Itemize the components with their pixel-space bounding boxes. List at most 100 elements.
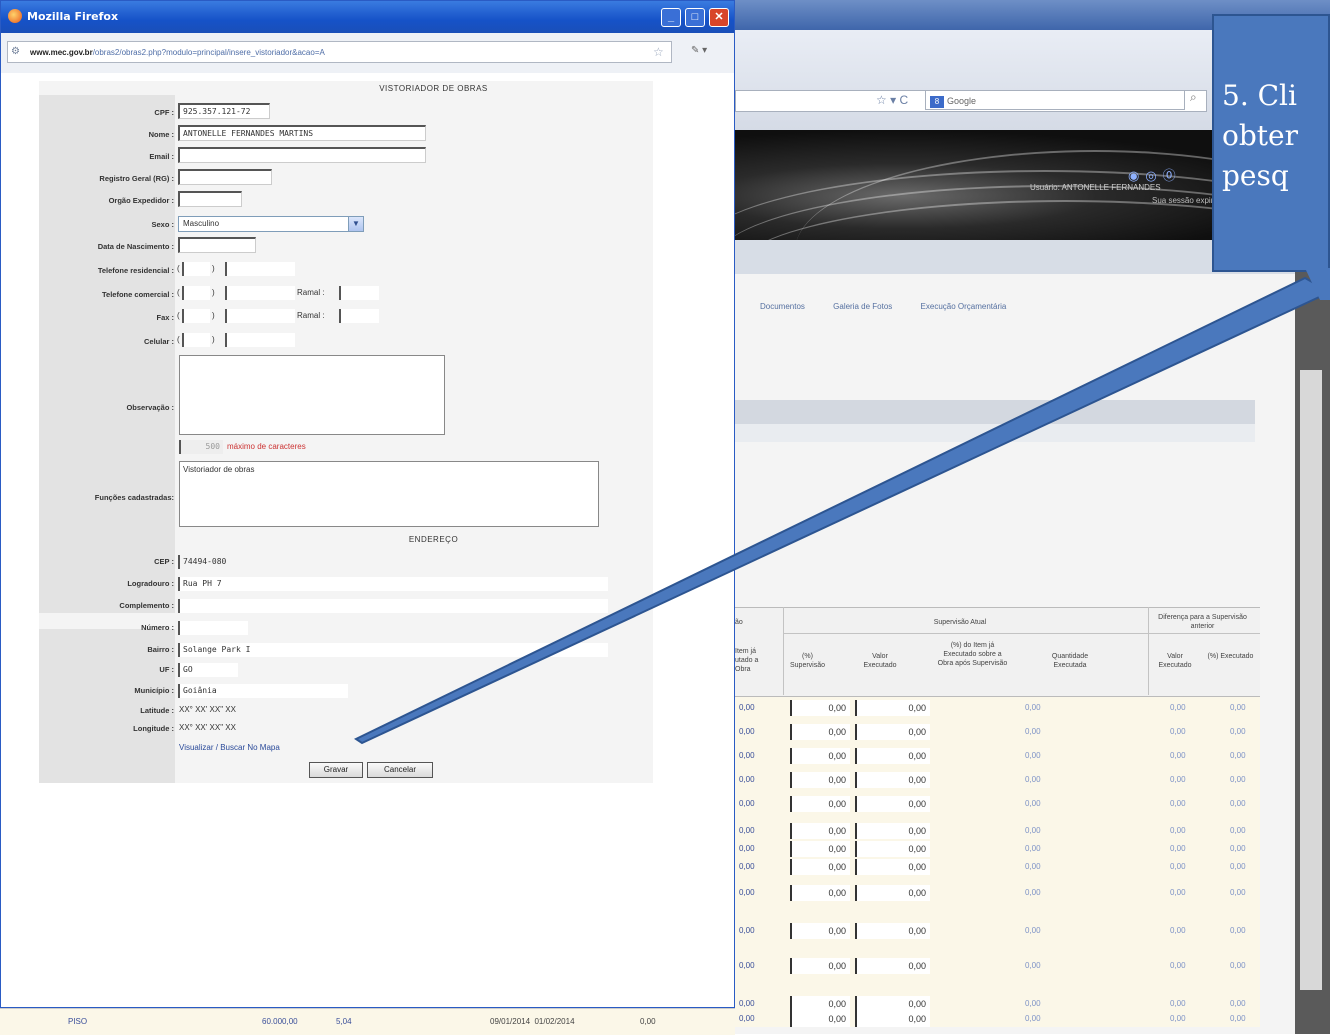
supervision-pct-input[interactable]: 0,00 bbox=[790, 823, 850, 839]
supervision-pct-input[interactable]: 0,00 bbox=[790, 1011, 850, 1027]
tel-com-ramal[interactable] bbox=[339, 286, 379, 300]
table-row: 0,00 0,00 0,00 0,00 0,00 0,00 bbox=[735, 955, 1260, 979]
supervision-pct-input[interactable]: 0,00 bbox=[790, 885, 850, 901]
map-link[interactable]: Visualizar / Buscar No Mapa bbox=[179, 743, 280, 752]
observacao-textarea[interactable] bbox=[179, 355, 445, 435]
celular-number[interactable] bbox=[225, 333, 295, 347]
background-scroll-thumb[interactable] bbox=[1300, 370, 1322, 990]
minimize-button[interactable]: _ bbox=[661, 8, 681, 27]
nome-label: Nome : bbox=[148, 130, 174, 139]
prev-executed-cell: 0,00 bbox=[739, 703, 755, 712]
cep-label: CEP : bbox=[154, 557, 174, 566]
cancelar-button[interactable]: Cancelar bbox=[367, 762, 433, 778]
valor-executado-input[interactable]: 0,00 bbox=[855, 885, 930, 901]
paren-close: ) bbox=[212, 311, 215, 320]
callout-text: 5. Cli obter pesq bbox=[1222, 79, 1298, 192]
supervision-pct-input[interactable]: 0,00 bbox=[790, 859, 850, 875]
valor-executado-input[interactable]: 0,00 bbox=[855, 841, 930, 857]
site-identity-icon[interactable]: ⚙ bbox=[11, 46, 20, 57]
nascimento-field[interactable] bbox=[178, 237, 256, 253]
diff-pct-cell: 0,00 bbox=[1230, 999, 1246, 1008]
fax-ddd[interactable] bbox=[182, 309, 210, 323]
tab-execucao[interactable]: Execução Orçamentária bbox=[921, 302, 1007, 311]
cep-field[interactable]: 74494-080 bbox=[178, 555, 278, 569]
supervision-pct-input[interactable]: 0,00 bbox=[790, 724, 850, 740]
diff-valor-cell: 0,00 bbox=[1170, 926, 1186, 935]
background-navigation-bar bbox=[735, 30, 1295, 131]
complemento-field[interactable] bbox=[178, 599, 608, 613]
valor-executado-input[interactable]: 0,00 bbox=[855, 700, 930, 716]
diff-pct-cell: 0,00 bbox=[1230, 926, 1246, 935]
valor-executado-input[interactable]: 0,00 bbox=[855, 796, 930, 812]
nome-field[interactable]: ANTONELLE FERNANDES MARTINS bbox=[178, 125, 426, 141]
diff-valor-cell: 0,00 bbox=[1170, 862, 1186, 871]
banner-tool-icons[interactable]: ◉◎⓪ bbox=[1128, 165, 1182, 184]
valor-executado-input[interactable]: 0,00 bbox=[855, 958, 930, 974]
background-search-box[interactable]: 8 Google bbox=[925, 90, 1185, 110]
bairro-field[interactable]: Solange Park I bbox=[178, 643, 608, 657]
logradouro-field[interactable]: Rua PH 7 bbox=[178, 577, 608, 591]
prev-executed-cell: 0,00 bbox=[739, 999, 755, 1008]
tel-res-ddd[interactable] bbox=[182, 262, 210, 276]
longitude-label: Longitude : bbox=[133, 724, 174, 733]
latitude-label: Latitude : bbox=[140, 706, 174, 715]
tab-documentos[interactable]: Documentos bbox=[760, 302, 805, 311]
latitude-value: XX° XX' XX" XX bbox=[179, 705, 236, 714]
gravar-button[interactable]: Gravar bbox=[309, 762, 363, 778]
orgao-label: Orgão Expedidor : bbox=[108, 196, 174, 205]
tel-com-ddd[interactable] bbox=[182, 286, 210, 300]
popup-title-bar[interactable]: Mozilla Firefox _ □ ✕ bbox=[1, 1, 734, 33]
prev-executed-cell: 0,00 bbox=[739, 926, 755, 935]
pct-item-cell: 0,00 bbox=[1025, 799, 1041, 808]
bottom-table-row: PISO 60.000,00 5,04 09/01/2014 01/02/201… bbox=[0, 1008, 735, 1035]
valor-executado-input[interactable]: 0,00 bbox=[855, 923, 930, 939]
supervision-pct-input[interactable]: 0,00 bbox=[790, 772, 850, 788]
close-button[interactable]: ✕ bbox=[709, 8, 729, 27]
fax-number[interactable] bbox=[225, 309, 295, 323]
sexo-select[interactable]: Masculino ▼ bbox=[178, 216, 364, 232]
supervision-pct-input[interactable]: 0,00 bbox=[790, 748, 850, 764]
orgao-field[interactable] bbox=[178, 191, 242, 207]
diff-pct-cell: 0,00 bbox=[1230, 751, 1246, 760]
supervision-pct-input[interactable]: 0,00 bbox=[790, 958, 850, 974]
search-icon[interactable]: ⌕ bbox=[1190, 90, 1210, 110]
supervision-pct-input[interactable]: 0,00 bbox=[790, 841, 850, 857]
municipio-field[interactable]: Goiânia bbox=[178, 684, 348, 698]
maximize-button[interactable]: □ bbox=[685, 8, 705, 27]
fax-ramal[interactable] bbox=[339, 309, 379, 323]
supervision-pct-input[interactable]: 0,00 bbox=[790, 923, 850, 939]
complemento-label: Complemento : bbox=[119, 601, 174, 610]
tel-res-number[interactable] bbox=[225, 262, 295, 276]
supervision-pct-input[interactable]: 0,00 bbox=[790, 796, 850, 812]
valor-executado-input[interactable]: 0,00 bbox=[855, 724, 930, 740]
valor-executado-input[interactable]: 0,00 bbox=[855, 823, 930, 839]
valor-executado-input[interactable]: 0,00 bbox=[855, 772, 930, 788]
pct-item-cell: 0,00 bbox=[1025, 727, 1041, 736]
uf-field[interactable]: GO bbox=[178, 663, 238, 677]
addon-icon[interactable]: ✎ ▾ bbox=[691, 45, 707, 56]
valor-executado-input[interactable]: 0,00 bbox=[855, 1011, 930, 1027]
popup-address-bar[interactable]: www.mec.gov.br/obras2/obras2.php?modulo=… bbox=[7, 41, 672, 63]
cpf-field[interactable]: 925.357.121-72 bbox=[178, 103, 270, 119]
chevron-down-icon[interactable]: ▼ bbox=[348, 217, 363, 231]
url-domain: www.mec.gov.br bbox=[30, 48, 93, 57]
valor-executado-input[interactable]: 0,00 bbox=[855, 859, 930, 875]
diff-valor-cell: 0,00 bbox=[1170, 826, 1186, 835]
diff-valor-cell: 0,00 bbox=[1170, 799, 1186, 808]
tel-com-number[interactable] bbox=[225, 286, 295, 300]
bottom-row-name: PISO bbox=[68, 1017, 88, 1026]
bookmark-star-icon[interactable]: ☆ ▾ C bbox=[876, 93, 908, 107]
tel-res-label: Telefone residencial : bbox=[97, 266, 174, 275]
pct-item-cell: 0,00 bbox=[1025, 751, 1041, 760]
rg-field[interactable] bbox=[178, 169, 272, 185]
valor-executado-input[interactable]: 0,00 bbox=[855, 748, 930, 764]
sexo-selected-value: Masculino bbox=[183, 219, 220, 228]
supervision-pct-input[interactable]: 0,00 bbox=[790, 700, 850, 716]
email-field[interactable] bbox=[178, 147, 426, 163]
numero-field[interactable] bbox=[178, 621, 248, 635]
table-row: 0,00 0,00 0,00 0,00 0,00 0,00 bbox=[735, 721, 1260, 745]
funcoes-textarea[interactable]: Vistoriador de obras bbox=[179, 461, 599, 527]
tab-galeria[interactable]: Galeria de Fotos bbox=[833, 302, 892, 311]
celular-ddd[interactable] bbox=[182, 333, 210, 347]
bookmark-star-icon[interactable]: ☆ bbox=[653, 45, 664, 59]
